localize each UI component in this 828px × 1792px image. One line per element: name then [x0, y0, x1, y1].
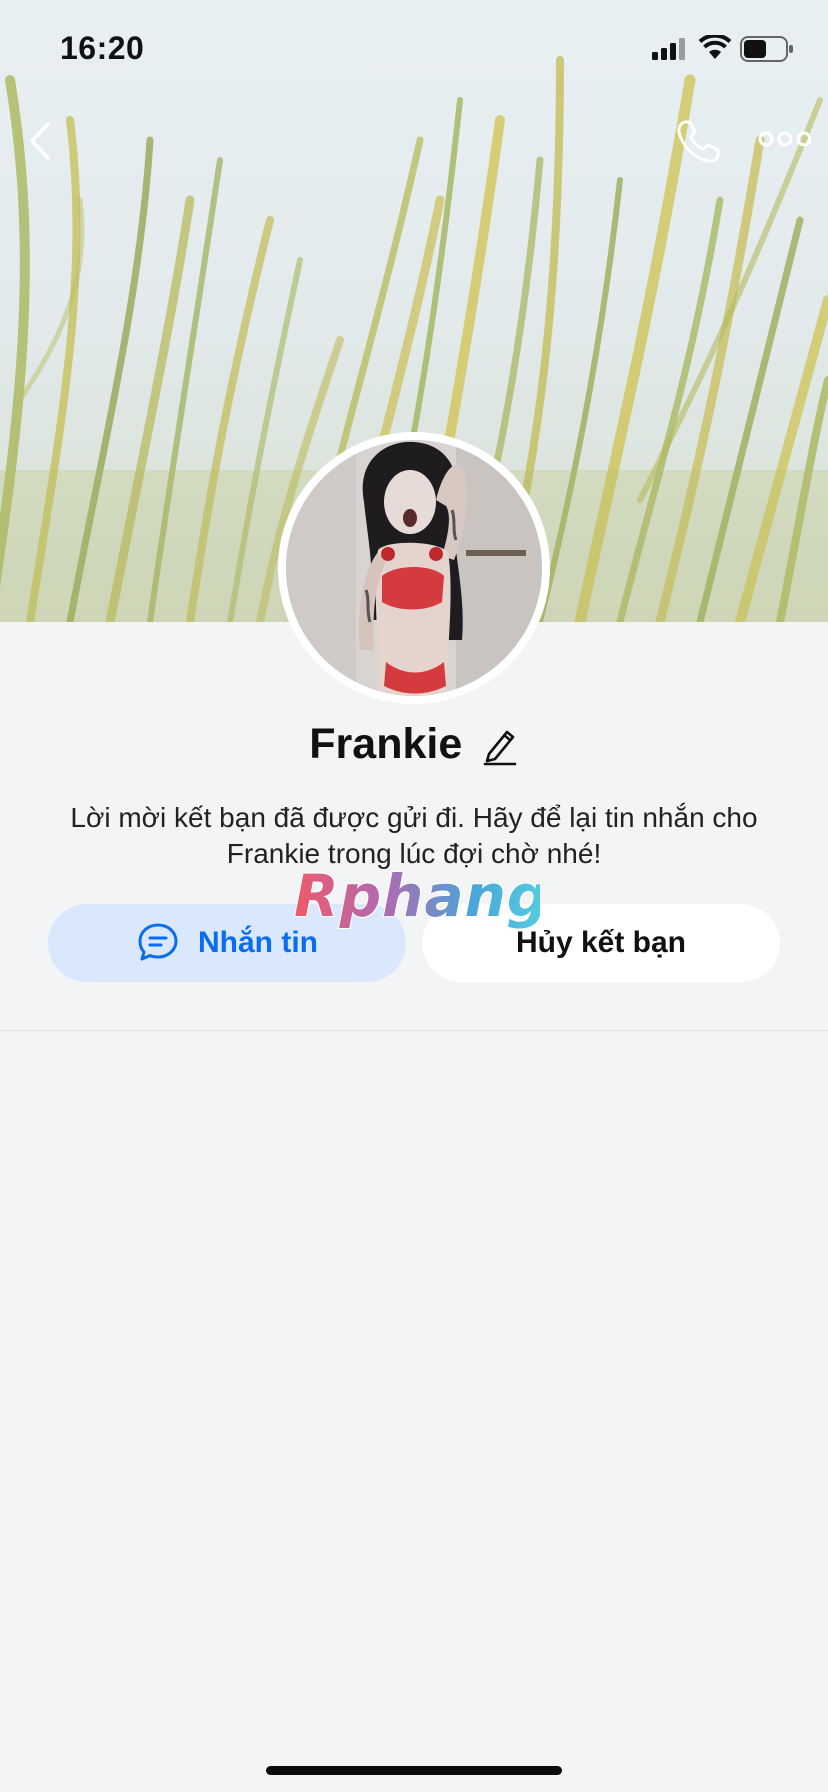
person-illustration [286, 440, 542, 696]
home-indicator [266, 1766, 562, 1775]
phone-icon [677, 120, 720, 163]
wifi-icon [698, 35, 732, 59]
battery-icon [740, 36, 793, 62]
call-button[interactable] [672, 116, 724, 168]
watermark-logo: Rphang [293, 862, 540, 931]
profile-name-row: Frankie [0, 720, 828, 776]
avatar-photo [286, 440, 542, 696]
back-button[interactable] [20, 116, 68, 166]
chevron-left-icon [30, 122, 50, 160]
more-dots-icon [758, 131, 812, 147]
avatar[interactable] [278, 432, 550, 704]
profile-name: Frankie [309, 720, 463, 768]
status-bar: 16:20 [0, 0, 828, 100]
unfriend-button-label: Hủy kết bạn [515, 926, 687, 959]
divider [0, 1030, 828, 1031]
more-button[interactable] [758, 124, 812, 154]
signal-icon [652, 38, 685, 60]
status-time: 16:20 [60, 30, 145, 66]
chat-bubble-icon [138, 923, 178, 961]
pencil-icon[interactable] [481, 724, 519, 766]
watermark-text: Rphang [294, 862, 540, 930]
